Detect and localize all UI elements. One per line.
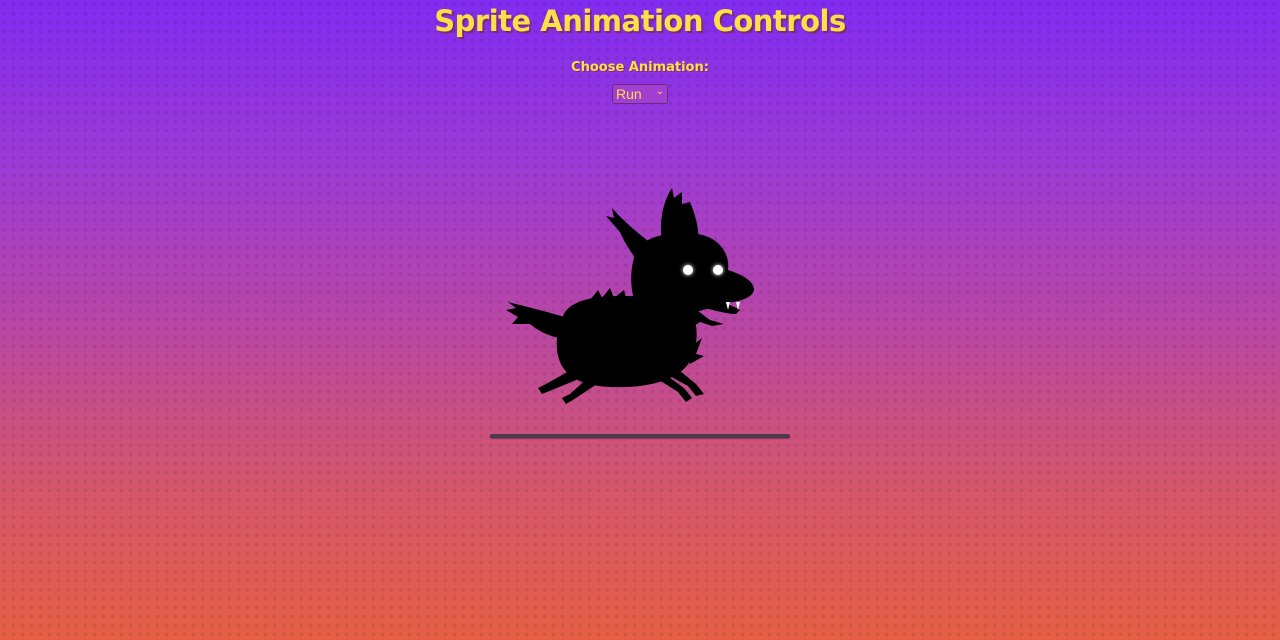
wolf-eye-left [683, 265, 693, 275]
page-title: Sprite Animation Controls [434, 4, 846, 38]
sprite-stage [506, 188, 754, 404]
animation-select-wrapper[interactable]: Run ⌄ [612, 84, 668, 104]
ground-line [490, 434, 790, 438]
wolf-sprite [506, 188, 754, 404]
animation-select[interactable]: Run [612, 84, 668, 104]
wolf-eye-right [713, 265, 723, 275]
wolf-ear-right [661, 188, 699, 246]
animation-select-label: Choose Animation: [571, 60, 709, 75]
wolf-ear-left [606, 208, 660, 268]
